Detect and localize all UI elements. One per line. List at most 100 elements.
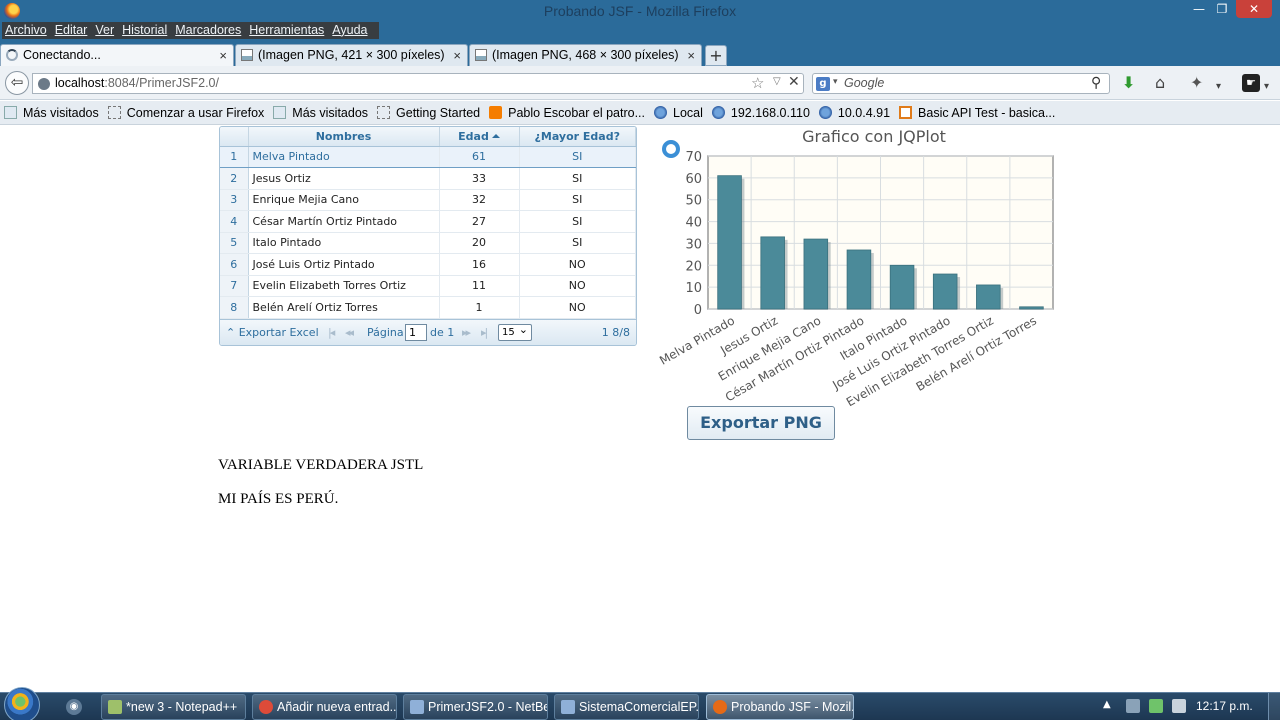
search-placeholder[interactable]: Google [844, 76, 884, 90]
next-page-icon[interactable]: ▸▸ [462, 326, 471, 339]
bookmark-star-icon[interactable]: ☆ [751, 74, 764, 92]
menu-ayuda[interactable]: Ayuda [332, 22, 367, 39]
tab-close-icon[interactable]: × [219, 45, 227, 66]
menu-editar[interactable]: Editar [55, 22, 88, 39]
cell-mayor-edad: SI [519, 167, 636, 190]
addon-icon[interactable]: ✦ [1190, 74, 1203, 92]
show-hidden-icons[interactable]: ▲ [1103, 699, 1111, 710]
header-label: Nombres [315, 129, 372, 143]
folder-icon [4, 106, 17, 119]
navigation-toolbar: ⇦ localhost:8084/PrimerJSF2.0/ ☆ ▽ ✕ g ▾… [0, 66, 1280, 100]
addon-dropdown-icon[interactable]: ▾ [1216, 78, 1221, 96]
task-firefox[interactable]: Probando JSF - Mozil... [706, 694, 854, 720]
export-png-button[interactable]: Exportar PNG [687, 406, 835, 440]
row-index: 8 [220, 296, 249, 319]
system-clock[interactable]: 12:17 p.m. [1196, 699, 1253, 713]
menu-marcadores[interactable]: Marcadores [175, 22, 241, 39]
maximize-button[interactable]: ❐ [1212, 0, 1232, 18]
task-notepad[interactable]: *new 3 - Notepad++ [101, 694, 246, 720]
new-tab-button[interactable]: + [705, 45, 727, 66]
close-window-button[interactable]: ✕ [1236, 0, 1272, 18]
show-desktop-button[interactable] [1268, 693, 1280, 720]
download-icon[interactable]: ⬇ [1122, 74, 1135, 92]
page-size-select[interactable]: 15 [498, 322, 532, 341]
bookmark-label: 10.0.4.91 [837, 105, 891, 120]
menu-ver[interactable]: Ver [95, 22, 114, 39]
table-row[interactable]: 6 José Luis Ortiz Pintado 16 NO [220, 253, 636, 276]
cell-nombre: Enrique Mejia Cano [248, 189, 440, 211]
search-bar[interactable]: g ▾ Google ⚲ [812, 73, 1110, 94]
bookmark-mas-visitados-2[interactable]: Más visitados [273, 106, 368, 120]
bookmark-comenzar-firefox[interactable]: Comenzar a usar Firefox [107, 105, 265, 120]
url-history-dropdown-icon[interactable]: ▽ [773, 76, 781, 87]
stop-loading-icon[interactable]: ✕ [788, 74, 800, 90]
page-number-input[interactable] [405, 323, 427, 341]
search-engine-dropdown-icon[interactable]: ▾ [833, 77, 838, 87]
column-header-nombres[interactable]: Nombres [248, 127, 440, 147]
export-excel-button[interactable]: ⌃ Exportar Excel [226, 326, 319, 339]
back-button[interactable]: ⇦ [5, 71, 29, 95]
network-tray-icon[interactable] [1149, 699, 1163, 713]
site-identity-icon[interactable] [38, 78, 50, 90]
bookmark-pablo-escobar[interactable]: Pablo Escobar el patro... [489, 106, 645, 120]
media-player-icon[interactable]: ◉ [66, 699, 82, 715]
task-netbeans[interactable]: PrimerJSF2.0 - NetBe... [403, 694, 548, 720]
table-row[interactable]: 7 Evelin Elizabeth Torres Ortiz 11 NO [220, 275, 636, 297]
search-icon[interactable]: ⚲ [1091, 75, 1101, 91]
action-center-icon[interactable] [1126, 699, 1140, 713]
url-text[interactable]: localhost:8084/PrimerJSF2.0/ [55, 76, 219, 90]
bar [932, 273, 958, 310]
home-icon[interactable]: ⌂ [1155, 74, 1165, 92]
page-total-label: de 1 [430, 325, 455, 339]
row-index: 2 [220, 167, 249, 190]
header-label: ¿Mayor Edad? [534, 129, 620, 143]
menu-historial[interactable]: Historial [122, 22, 167, 39]
header-label: Edad [458, 129, 489, 143]
start-button[interactable] [4, 687, 40, 720]
search-engine-icon[interactable]: g [816, 77, 830, 91]
extension-dropdown-icon[interactable]: ▾ [1264, 78, 1269, 96]
bookmark-10-0-4-91[interactable]: 10.0.4.91 [818, 105, 891, 120]
minimize-button[interactable]: — [1186, 0, 1212, 18]
task-sistema-comercial[interactable]: SistemaComercialEP... [554, 694, 699, 720]
bookmark-mas-visitados[interactable]: Más visitados [4, 106, 99, 120]
cell-nombre: José Luis Ortiz Pintado [248, 253, 440, 276]
table-row[interactable]: 8 Belén Arelí Ortiz Torres 1 NO [220, 296, 636, 319]
row-index: 3 [220, 189, 249, 211]
column-header-mayor-edad[interactable]: ¿Mayor Edad? [519, 127, 636, 147]
table-row[interactable]: 1 Melva Pintado 61 SI [220, 145, 636, 168]
bookmark-label: Comenzar a usar Firefox [126, 105, 265, 120]
bookmark-getting-started[interactable]: Getting Started [377, 106, 480, 120]
table-row[interactable]: 3 Enrique Mejia Cano 32 SI [220, 189, 636, 211]
cell-mayor-edad: NO [519, 275, 636, 297]
extension-icon[interactable]: ☛ [1242, 74, 1260, 92]
y-tick-label: 10 [685, 281, 702, 296]
table-row[interactable]: 4 César Martín Ortiz Pintado 27 SI [220, 210, 636, 233]
tab-close-icon[interactable]: × [453, 45, 461, 66]
bookmark-basic-api-test[interactable]: Basic API Test - basica... [899, 106, 1055, 120]
task-chrome[interactable]: Añadir nueva entrad... [252, 694, 397, 720]
bookmark-192-168-0-110[interactable]: 192.168.0.110 [711, 105, 810, 120]
volume-icon[interactable] [1172, 699, 1186, 713]
tab-imagen-png-421[interactable]: (Imagen PNG, 421 × 300 píxeles) × [235, 44, 468, 66]
bookmark-label: Más visitados [292, 105, 369, 120]
last-page-icon[interactable]: ▸| [481, 326, 488, 339]
sort-ascending-icon[interactable] [491, 133, 500, 138]
task-label: SistemaComercialEP... [579, 700, 699, 714]
tab-imagen-png-468[interactable]: (Imagen PNG, 468 × 300 píxeles) × [469, 44, 702, 66]
table-row[interactable]: 2 Jesus Ortiz 33 SI [220, 167, 636, 190]
column-header-edad[interactable]: Edad [439, 127, 520, 147]
previous-page-icon[interactable]: ◂◂ [345, 326, 354, 339]
menu-archivo[interactable]: Archivo [5, 22, 47, 39]
country-text: MI PAÍS ES PERÚ. [218, 491, 339, 507]
menu-herramientas[interactable]: Herramientas [249, 22, 324, 39]
table-row[interactable]: 5 Italo Pintado 20 SI [220, 232, 636, 254]
y-tick-label: 70 [685, 150, 702, 165]
tab-conectando[interactable]: Conectando... × [0, 44, 234, 66]
cell-mayor-edad: NO [519, 296, 636, 319]
bookmark-local[interactable]: Local [654, 106, 703, 120]
url-bar[interactable]: localhost:8084/PrimerJSF2.0/ ☆ ▽ ✕ [32, 73, 804, 94]
tab-close-icon[interactable]: × [687, 45, 695, 66]
bookmark-label: 192.168.0.110 [730, 105, 810, 120]
first-page-icon[interactable]: |◂ [328, 326, 335, 339]
